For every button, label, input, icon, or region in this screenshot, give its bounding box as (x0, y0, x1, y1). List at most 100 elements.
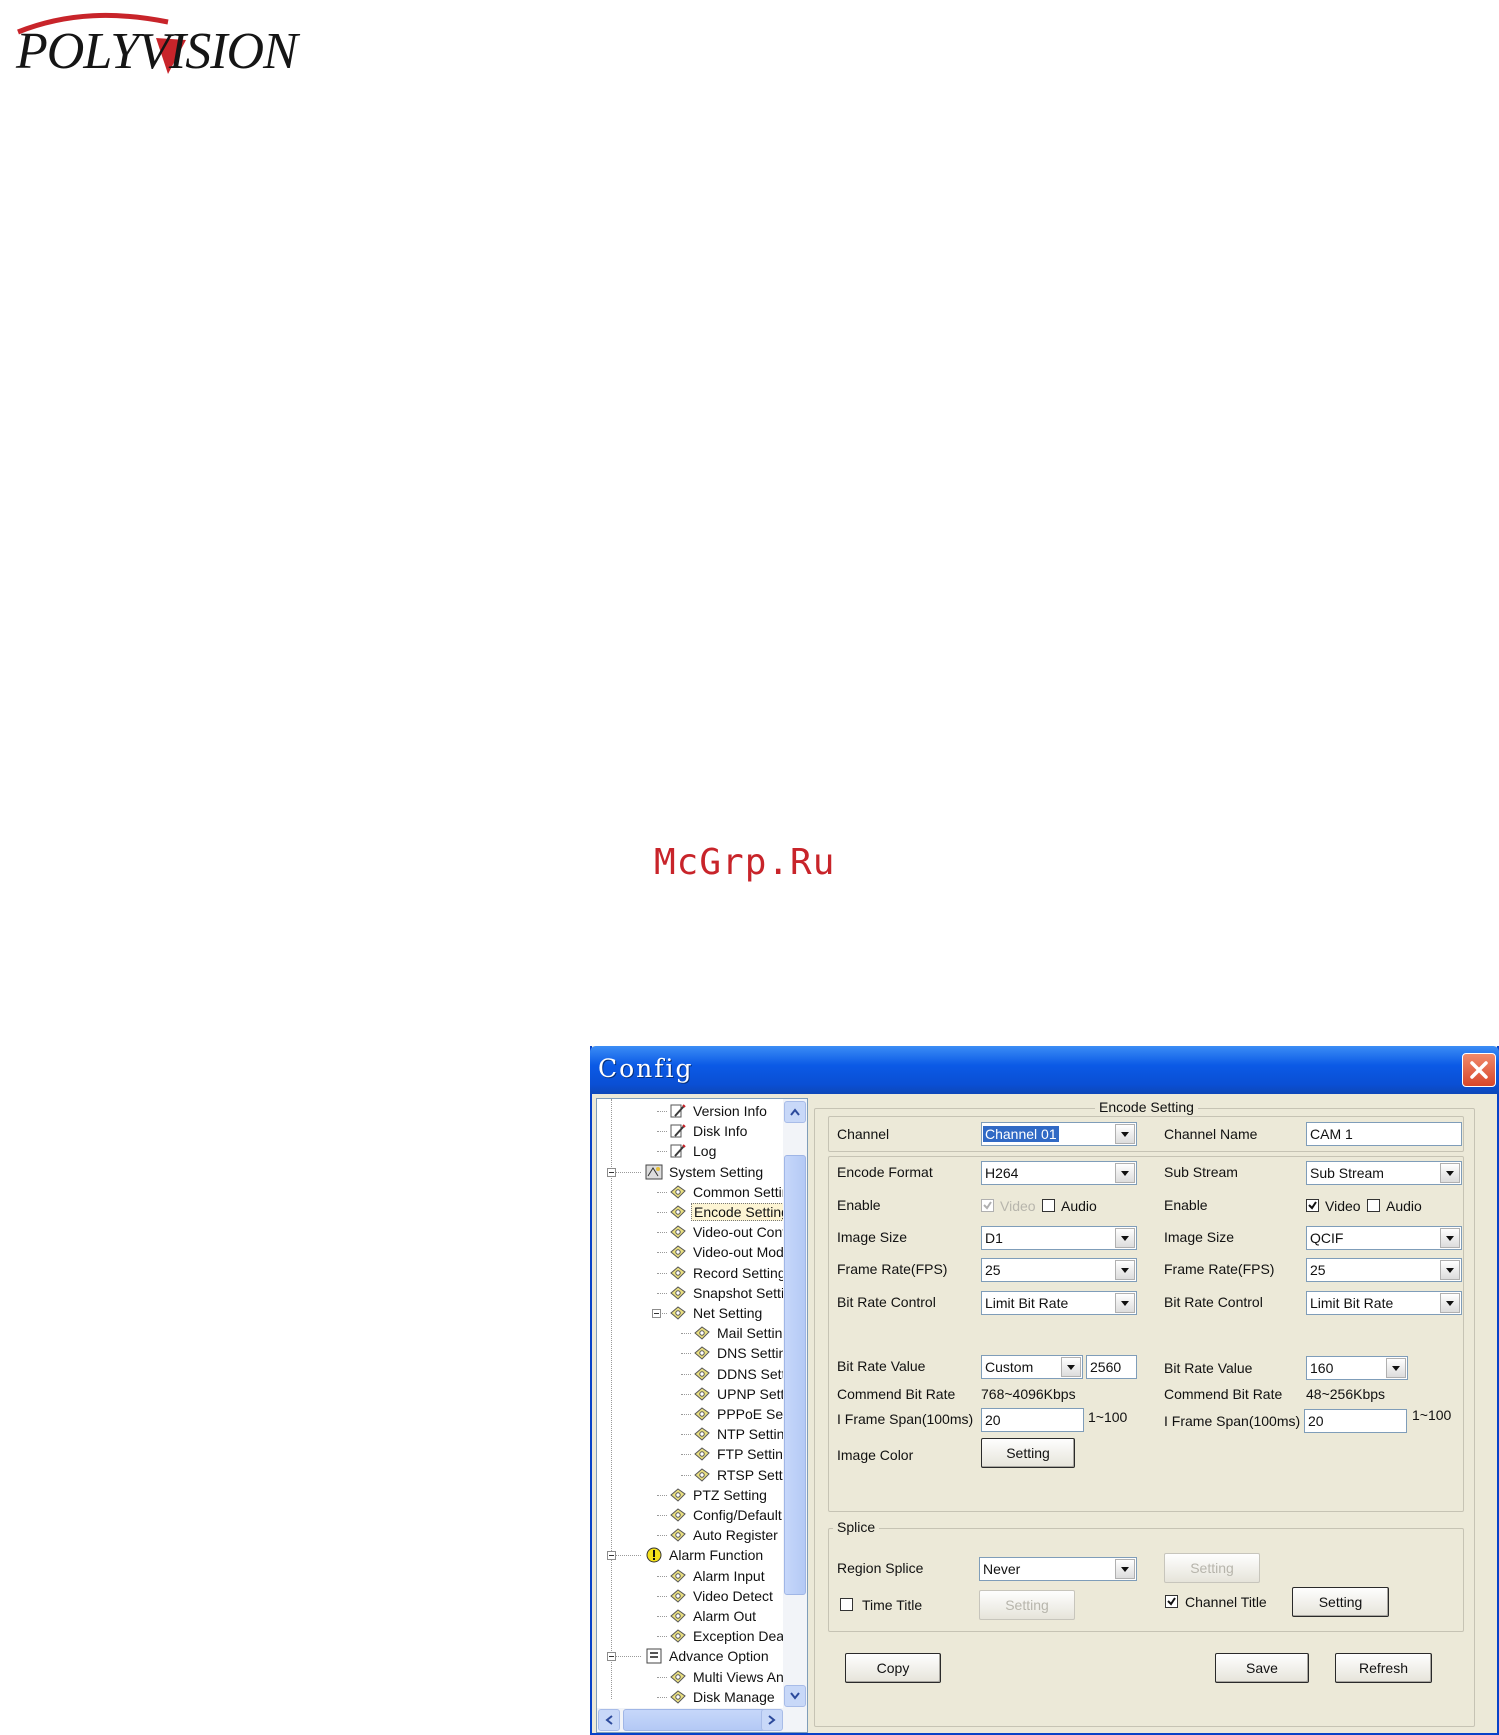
collapse-toggle-icon[interactable] (607, 1167, 616, 1177)
tree-item[interactable]: PTZ Setting (669, 1485, 769, 1505)
tree-item[interactable]: Alarm Function (645, 1545, 765, 1565)
tree-item[interactable]: Video-out Config (669, 1222, 799, 1242)
main-iframe-span-value: 20 (985, 1412, 1001, 1428)
tree-item[interactable]: Encode Setting (669, 1202, 792, 1222)
sub-video-label: Video (1325, 1198, 1361, 1214)
tree-item-label: Net Setting (693, 1305, 763, 1321)
sub-frame-rate-select[interactable]: 25 (1306, 1258, 1462, 1282)
region-splice-select[interactable]: Never (979, 1557, 1137, 1581)
scroll-up-button[interactable] (784, 1101, 806, 1123)
main-image-size-value: D1 (985, 1230, 1003, 1246)
sub-video-checkbox[interactable] (1306, 1199, 1319, 1212)
gear-icon (669, 1669, 687, 1685)
tree-item[interactable]: DNS Setting (693, 1343, 796, 1363)
tree-item[interactable]: FTP Setting (693, 1444, 793, 1464)
tree-item-label: Alarm Input (693, 1567, 765, 1584)
tree-item[interactable]: NTP Setting (693, 1424, 794, 1444)
watermark-text: McGrp.Ru (654, 842, 836, 883)
gear-icon (693, 1467, 711, 1483)
tree-item[interactable]: Alarm Out (669, 1606, 758, 1626)
main-bit-rate-value-label: Bit Rate Value (837, 1358, 926, 1374)
sub-bit-rate-control-select[interactable]: Limit Bit Rate (1306, 1291, 1462, 1315)
dropdown-arrow-icon (1115, 1293, 1135, 1313)
tree-item[interactable]: Record Setting (669, 1263, 788, 1283)
gear-icon (693, 1325, 711, 1341)
tree-item[interactable]: Exception Deal (669, 1626, 789, 1646)
tree-item[interactable]: Version Info (669, 1101, 769, 1121)
sub-stream-select[interactable]: Sub Stream (1306, 1161, 1462, 1185)
tree-item-label: Version Info (693, 1103, 767, 1119)
sub-image-size-value: QCIF (1310, 1230, 1344, 1246)
config-tree[interactable]: Version Info Disk Info Log System Setting Co… (596, 1098, 808, 1733)
main-video-checkbox[interactable] (981, 1199, 994, 1212)
channel-title-setting-button[interactable]: Setting (1292, 1587, 1389, 1617)
channel-name-input[interactable]: CAM 1 (1306, 1122, 1462, 1146)
main-bit-rate-control-select[interactable]: Limit Bit Rate (981, 1291, 1137, 1315)
dropdown-arrow-icon (1440, 1163, 1460, 1183)
dropdown-arrow-icon (1115, 1228, 1135, 1248)
document-pen-icon (669, 1143, 687, 1159)
tree-horizontal-scrollbar[interactable] (597, 1708, 807, 1732)
tree-item[interactable]: Disk Manage (669, 1687, 777, 1707)
sub-bit-rate-control-label: Bit Rate Control (1164, 1294, 1263, 1310)
main-image-size-select[interactable]: D1 (981, 1226, 1137, 1250)
main-frame-rate-select[interactable]: 25 (981, 1258, 1137, 1282)
image-color-setting-button[interactable]: Setting (981, 1438, 1075, 1468)
tree-item[interactable]: Alarm Input (669, 1566, 767, 1586)
scroll-down-button[interactable] (784, 1685, 806, 1707)
tree-item[interactable]: Snapshot Setting (669, 1283, 802, 1303)
collapse-toggle-icon[interactable] (607, 1551, 616, 1561)
collapse-toggle-icon[interactable] (607, 1652, 616, 1662)
tree-item[interactable]: Auto Register (669, 1525, 780, 1545)
tree-item[interactable]: Disk Info (669, 1121, 749, 1141)
time-title-label: Time Title (862, 1597, 923, 1613)
save-button[interactable]: Save (1215, 1653, 1309, 1683)
region-splice-value: Never (983, 1561, 1021, 1577)
time-title-checkbox[interactable] (840, 1598, 853, 1611)
gear-icon (669, 1184, 687, 1200)
main-bit-rate-value-input[interactable]: 2560 (1086, 1355, 1137, 1379)
tree-guide-line (657, 1272, 667, 1274)
encode-format-select[interactable]: H264 (981, 1161, 1137, 1185)
tree-item-label: Exception Deal (693, 1628, 788, 1645)
sub-bit-rate-value-select[interactable]: 160 (1306, 1356, 1408, 1380)
main-iframe-span-input[interactable]: 20 (981, 1408, 1084, 1432)
tree-guide-line (657, 1616, 667, 1617)
window-titlebar[interactable]: Config (590, 1046, 1499, 1094)
tree-item[interactable]: Log (669, 1141, 718, 1161)
refresh-button[interactable]: Refresh (1335, 1653, 1432, 1683)
scroll-right-button[interactable] (761, 1709, 783, 1731)
channel-title-checkbox[interactable] (1165, 1595, 1178, 1608)
main-bit-rate-value-select[interactable]: Custom (981, 1355, 1083, 1379)
tree-item-label: Alarm Out (693, 1608, 757, 1624)
tree-guide-line (657, 1212, 667, 1213)
channel-title-label: Channel Title (1185, 1594, 1267, 1610)
close-button[interactable] (1462, 1053, 1496, 1087)
tree-item[interactable]: Mail Setting (693, 1323, 792, 1343)
tree-item[interactable]: Video Detect (669, 1586, 775, 1606)
polyvision-logo: POLYVISION (8, 10, 338, 80)
tree-item[interactable]: Advance Option (645, 1646, 771, 1666)
tree-vertical-scrollbar[interactable] (783, 1099, 807, 1709)
tree-item[interactable]: System Setting (645, 1162, 765, 1182)
sub-commend-bit-rate-value: 48~256Kbps (1306, 1386, 1386, 1402)
scroll-thumb[interactable] (784, 1155, 806, 1595)
sub-audio-checkbox[interactable] (1367, 1199, 1380, 1212)
main-audio-checkbox[interactable] (1042, 1199, 1055, 1212)
tree-item[interactable]: Net Setting (669, 1303, 764, 1323)
tree-guide-line (657, 1494, 667, 1496)
scroll-left-button[interactable] (598, 1709, 620, 1731)
tree-item[interactable]: Config/Default (669, 1505, 784, 1525)
sub-iframe-span-input[interactable]: 20 (1304, 1409, 1407, 1433)
hscroll-thumb[interactable] (623, 1709, 773, 1731)
tree-guide-line (657, 1151, 667, 1153)
chevron-left-icon (605, 1715, 613, 1725)
sub-image-size-select[interactable]: QCIF (1306, 1226, 1462, 1250)
collapse-toggle-icon[interactable] (652, 1309, 661, 1318)
tree-item[interactable]: Video-out Mode (669, 1242, 794, 1262)
region-splice-setting-button[interactable]: Setting (1164, 1553, 1260, 1583)
channel-select[interactable]: Channel 01 (981, 1122, 1137, 1146)
copy-button[interactable]: Copy (845, 1653, 941, 1683)
tree-item[interactable]: Common Setting (669, 1182, 799, 1202)
time-title-setting-button[interactable]: Setting (979, 1590, 1075, 1620)
